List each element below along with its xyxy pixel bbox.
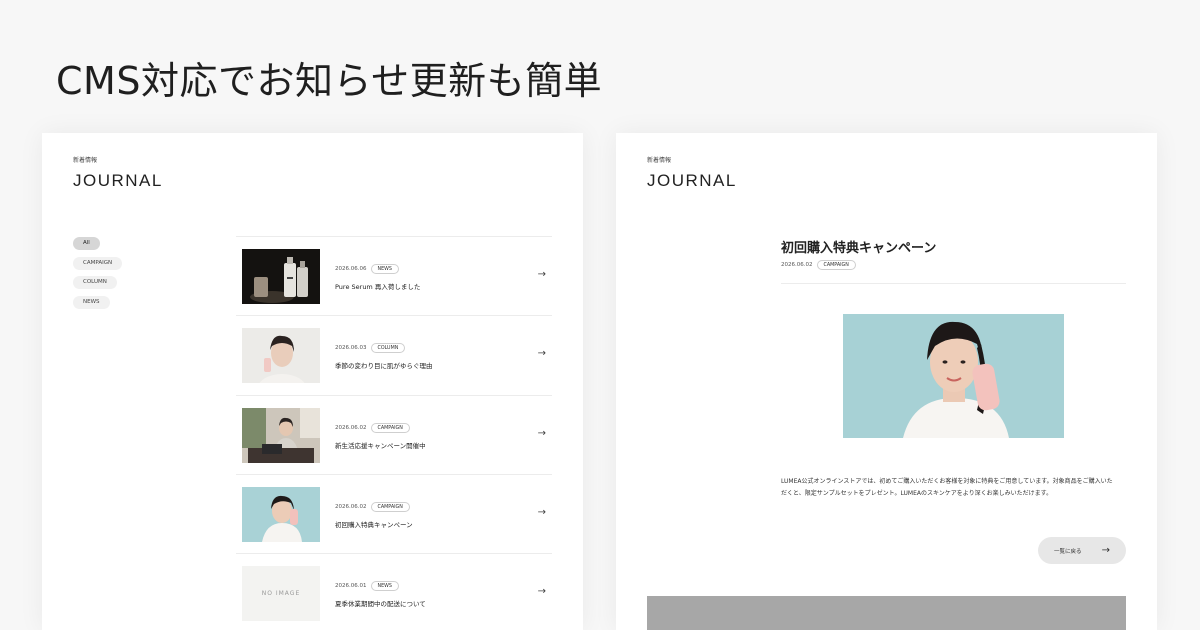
filter-chip-column[interactable]: COLUMN	[73, 276, 117, 289]
item-date: 2026.06.01	[335, 583, 367, 590]
arrow-right-icon[interactable]: →	[538, 269, 546, 280]
section-title: JOURNAL	[73, 171, 163, 190]
section-title: JOURNAL	[647, 171, 737, 190]
list-item[interactable]: 2026.06.02 CAMPAIGN 新生活応援キャンペーン開催中 →	[236, 394, 552, 474]
filter-chip-news[interactable]: NEWS	[73, 295, 110, 309]
journal-article-panel: 新着情報 JOURNAL 初回購入特典キャンペーン 2026.06.02 CAM…	[616, 133, 1157, 630]
item-meta: 2026.06.02 CAMPAIGN	[335, 501, 410, 512]
arrow-right-icon[interactable]: →	[538, 586, 546, 597]
item-title[interactable]: 新生活応援キャンペーン開催中	[335, 440, 426, 450]
item-meta: 2026.06.02 CAMPAIGN	[335, 422, 410, 433]
page-headline: CMS対応でお知らせ更新も簡単	[56, 59, 603, 103]
no-image-placeholder: NO IMAGE	[242, 566, 320, 622]
category-filters: All CAMPAIGN COLUMN NEWS	[73, 237, 123, 315]
filter-chip-all[interactable]: All	[73, 237, 100, 250]
arrow-right-icon[interactable]: →	[538, 507, 546, 518]
journal-list: 2026.06.06 NEWS Pure Serum 再入荷しました → 202…	[236, 236, 552, 630]
item-tag: NEWS	[370, 264, 399, 274]
item-date: 2026.06.02	[335, 503, 367, 510]
list-item[interactable]: 2026.06.03 COLUMN 季節の変わり目に肌がゆらぐ理由 →	[236, 315, 552, 394]
divider	[781, 283, 1126, 284]
list-item[interactable]: 2026.06.02 CAMPAIGN 初回購入特典キャンペーン →	[236, 473, 552, 553]
arrow-right-icon[interactable]: →	[538, 348, 546, 359]
section-kicker: 新着情報	[73, 157, 98, 164]
footer-image-strip	[647, 596, 1126, 630]
list-item[interactable]: NO IMAGE 2026.06.01 NEWS 夏季休業期間中の配送について …	[236, 553, 552, 630]
item-title[interactable]: 季節の変わり目に肌がゆらぐ理由	[335, 360, 433, 370]
filter-chip-campaign[interactable]: CAMPAIGN	[73, 256, 123, 270]
article-title: 初回購入特典キャンペーン	[781, 241, 937, 256]
item-tag: CAMPAIGN	[370, 422, 410, 433]
campaign-portrait-thumbnail	[242, 486, 320, 542]
article-body-line: LUMEA公式オンラインストアでは、初めてご購入いただくお客様を対象に特典をご用…	[781, 478, 1113, 485]
list-item[interactable]: 2026.06.06 NEWS Pure Serum 再入荷しました →	[236, 236, 552, 315]
arrow-right-icon: →	[1101, 545, 1110, 556]
back-to-list-label: 一覧に戻る	[1054, 548, 1082, 555]
item-meta: 2026.06.03 COLUMN	[335, 343, 406, 354]
item-date: 2026.06.02	[335, 424, 367, 431]
article-hero-image	[843, 314, 1064, 438]
article-date: 2026.06.02	[781, 262, 813, 268]
section-kicker: 新着情報	[647, 157, 672, 164]
item-title[interactable]: 夏季休業期間中の配送について	[335, 598, 426, 608]
item-tag: CAMPAIGN	[370, 501, 410, 512]
back-to-list-button[interactable]: 一覧に戻る →	[1038, 537, 1126, 564]
no-image-label: NO IMAGE	[261, 590, 301, 598]
article-body: LUMEA公式オンラインストアでは、初めてご購入いただくお客様を対象に特典をご用…	[781, 476, 1131, 500]
arrow-right-icon[interactable]: →	[538, 428, 546, 439]
item-tag: COLUMN	[370, 343, 406, 354]
serum-bottles-thumbnail	[242, 249, 320, 304]
item-tag: NEWS	[370, 581, 399, 592]
woman-at-desk-thumbnail	[242, 407, 320, 463]
journal-list-panel: 新着情報 JOURNAL All CAMPAIGN COLUMN NEWS 20…	[42, 133, 583, 630]
woman-portrait-thumbnail	[242, 328, 320, 384]
item-title[interactable]: Pure Serum 再入荷しました	[335, 281, 420, 291]
article-body-line: だくと、限定サンプルセットをプレゼント。LUMEAのスキンケアをより深くお楽しみ…	[781, 490, 1053, 497]
item-meta: 2026.06.01 NEWS	[335, 581, 399, 592]
article-meta: 2026.06.02 CAMPAIGN	[781, 260, 856, 270]
item-title[interactable]: 初回購入特典キャンペーン	[335, 519, 413, 529]
item-meta: 2026.06.06 NEWS	[335, 264, 399, 274]
item-date: 2026.06.03	[335, 345, 367, 352]
article-tag: CAMPAIGN	[816, 260, 856, 270]
item-date: 2026.06.06	[335, 266, 367, 272]
